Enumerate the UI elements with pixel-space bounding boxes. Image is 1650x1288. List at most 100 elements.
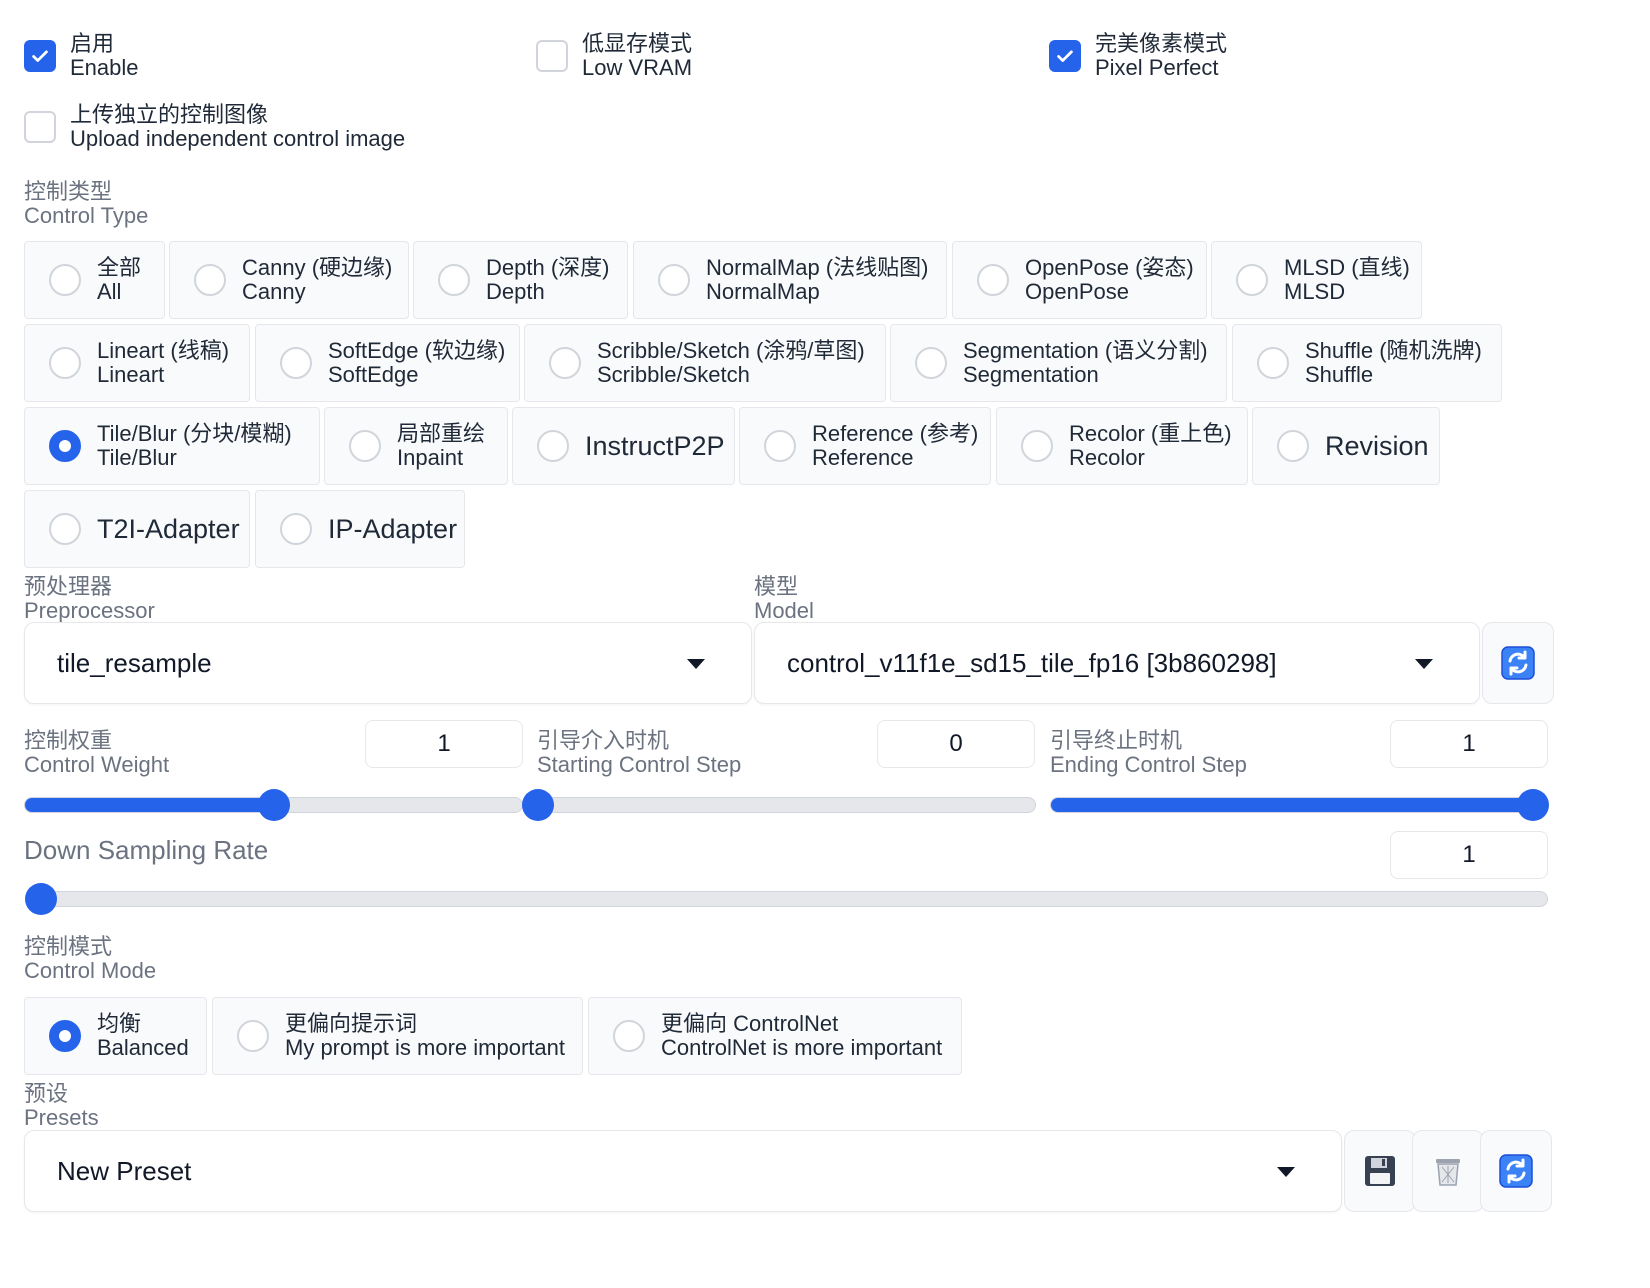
model-dropdown[interactable]: control_v11f1e_sd15_tile_fp16 [3b860298] <box>754 622 1480 704</box>
control-mode-option-controlnet-is-more-important[interactable]: 更偏向 ControlNet ControlNet is more importa… <box>588 997 962 1075</box>
ending-step-slider[interactable] <box>1050 789 1549 821</box>
control-type-option-inpaint[interactable]: 局部重绘 Inpaint <box>324 407 508 485</box>
control-type-radio-depth[interactable] <box>438 264 470 296</box>
ending-step-label-en: Ending Control Step <box>1050 752 1247 777</box>
control-type-option-text-en: MLSD <box>1284 279 1346 304</box>
control-type-option-label: 全部 All <box>97 256 141 304</box>
control-type-option-text-en: Lineart <box>97 362 165 387</box>
control-mode-option-balanced[interactable]: 均衡 Balanced <box>24 997 207 1075</box>
low-vram-checkbox[interactable] <box>536 40 568 72</box>
control-type-option-label: Revision <box>1325 431 1429 461</box>
control-weight-label-en: Control Weight <box>24 752 170 777</box>
low-vram-label-en: Low VRAM <box>582 55 693 80</box>
control-type-radio-tile-blur[interactable] <box>49 430 81 462</box>
control-type-radio-mlsd[interactable] <box>1236 264 1268 296</box>
down-sampling-slider[interactable] <box>25 883 1548 915</box>
control-type-option-text-zh: Canny (硬边缘) <box>242 255 393 280</box>
control-mode-radio-balanced[interactable] <box>49 1020 81 1052</box>
pixel-perfect-checkbox-row[interactable]: 完美像素模式 Pixel Perfect <box>1049 32 1227 80</box>
check-icon <box>1057 50 1073 62</box>
control-mode-option-my-prompt-is-more-important[interactable]: 更偏向提示词 My prompt is more important <box>212 997 583 1075</box>
slider-thumb[interactable] <box>257 789 290 821</box>
control-type-option-canny[interactable]: Canny (硬边缘) Canny <box>169 241 409 319</box>
control-type-radio-inpaint[interactable] <box>349 430 381 462</box>
upload-independent-checkbox[interactable] <box>24 111 56 143</box>
enable-checkbox-row[interactable]: 启用 Enable <box>24 32 139 80</box>
delete-preset-button[interactable] <box>1412 1130 1484 1212</box>
control-type-radio-shuffle[interactable] <box>1257 347 1289 379</box>
low-vram-checkbox-row[interactable]: 低显存模式 Low VRAM <box>536 32 692 80</box>
control-type-option-text-zh: Reference (参考) <box>812 421 979 446</box>
presets-dropdown[interactable]: New Preset <box>24 1130 1342 1212</box>
control-type-option-softedge[interactable]: SoftEdge (软边缘) SoftEdge <box>255 324 520 402</box>
control-type-radio-recolor[interactable] <box>1021 430 1053 462</box>
control-type-label-en: Control Type <box>24 203 149 228</box>
presets-label-zh: 预设 <box>24 1081 69 1106</box>
control-type-option-text-zh: MLSD (直线) <box>1284 255 1410 280</box>
control-type-option-depth[interactable]: Depth (深度) Depth <box>413 241 628 319</box>
refresh-models-button[interactable] <box>1482 622 1554 704</box>
control-type-radio-instructp2p[interactable] <box>537 430 569 462</box>
control-type-option-shuffle[interactable]: Shuffle (随机洗牌) Shuffle <box>1232 324 1502 402</box>
control-type-option-lineart[interactable]: Lineart (线稿) Lineart <box>24 324 250 402</box>
control-type-radio-segmentation[interactable] <box>915 347 947 379</box>
control-type-option-label: NormalMap (法线贴图) NormalMap <box>706 256 928 304</box>
save-preset-button[interactable] <box>1344 1130 1416 1212</box>
presets-label-en: Presets <box>24 1105 99 1130</box>
control-type-option-ip-adapter[interactable]: IP-Adapter <box>255 490 465 568</box>
trash-icon <box>1436 1159 1460 1186</box>
control-type-option-text-en: Canny <box>242 279 306 304</box>
slider-thumb[interactable] <box>25 883 57 915</box>
control-type-radio-canny[interactable] <box>194 264 226 296</box>
control-mode-radio-my-prompt-is-more-important[interactable] <box>237 1020 269 1052</box>
control-type-radio-reference[interactable] <box>764 430 796 462</box>
control-type-option-mlsd[interactable]: MLSD (直线) MLSD <box>1211 241 1422 319</box>
control-type-radio-openpose[interactable] <box>977 264 1009 296</box>
control-type-option-openpose[interactable]: OpenPose (姿态) OpenPose <box>952 241 1207 319</box>
upload-independent-label-zh: 上传独立的控制图像 <box>70 102 269 127</box>
slider-thumb[interactable] <box>522 789 554 821</box>
control-type-option-reference[interactable]: Reference (参考) Reference <box>739 407 991 485</box>
down-sampling-input[interactable]: 1 <box>1390 831 1548 879</box>
starting-step-slider[interactable] <box>522 789 1036 821</box>
control-type-option-scribble-sketch[interactable]: Scribble/Sketch (涂鸦/草图) Scribble/Sketch <box>524 324 886 402</box>
control-type-radio-lineart[interactable] <box>49 347 81 379</box>
control-type-option-revision[interactable]: Revision <box>1252 407 1440 485</box>
save-icon <box>1365 1156 1395 1186</box>
control-mode-radio-controlnet-is-more-important[interactable] <box>613 1020 645 1052</box>
pixel-perfect-checkbox[interactable] <box>1049 40 1081 72</box>
slider-thumb[interactable] <box>1517 789 1549 821</box>
control-weight-label-zh: 控制权重 <box>24 728 113 753</box>
enable-label-en: Enable <box>70 55 139 80</box>
control-type-option-segmentation[interactable]: Segmentation (语义分割) Segmentation <box>890 324 1227 402</box>
control-type-option-label: T2I-Adapter <box>97 514 240 544</box>
control-type-radio-softedge[interactable] <box>280 347 312 379</box>
ending-step-input[interactable]: 1 <box>1390 720 1548 768</box>
model-label-en: Model <box>754 598 814 623</box>
starting-step-input[interactable]: 0 <box>877 720 1035 768</box>
control-type-option-normalmap[interactable]: NormalMap (法线贴图) NormalMap <box>633 241 947 319</box>
control-weight-slider[interactable] <box>24 789 523 821</box>
caret-down-icon <box>1277 1167 1295 1177</box>
upload-independent-label-en: Upload independent control image <box>70 126 406 151</box>
control-type-option-label: Canny (硬边缘) Canny <box>242 256 392 304</box>
control-type-radio-normalmap[interactable] <box>658 264 690 296</box>
control-type-radio-revision[interactable] <box>1277 430 1309 462</box>
control-type-option-label: Scribble/Sketch (涂鸦/草图) Scribble/Sketch <box>597 339 865 387</box>
upload-independent-checkbox-row[interactable]: 上传独立的控制图像 Upload independent control ima… <box>24 103 405 151</box>
control-type-option-recolor[interactable]: Recolor (重上色) Recolor <box>996 407 1248 485</box>
control-type-option-all[interactable]: 全部 All <box>24 241 165 319</box>
control-type-radio-t2i-adapter[interactable] <box>49 513 81 545</box>
control-type-option-tile-blur[interactable]: Tile/Blur (分块/模糊) Tile/Blur <box>24 407 320 485</box>
preprocessor-label: 预处理器 Preprocessor <box>24 575 155 623</box>
control-type-radio-ip-adapter[interactable] <box>280 513 312 545</box>
control-type-option-text-en: Recolor <box>1069 445 1145 470</box>
control-weight-input[interactable]: 1 <box>365 720 523 768</box>
control-type-option-instructp2p[interactable]: InstructP2P <box>512 407 735 485</box>
control-type-radio-all[interactable] <box>49 264 81 296</box>
refresh-presets-button[interactable] <box>1480 1130 1552 1212</box>
preprocessor-dropdown[interactable]: tile_resample <box>24 622 752 704</box>
enable-checkbox[interactable] <box>24 40 56 72</box>
control-type-option-t2i-adapter[interactable]: T2I-Adapter <box>24 490 250 568</box>
control-type-radio-scribble-sketch[interactable] <box>549 347 581 379</box>
